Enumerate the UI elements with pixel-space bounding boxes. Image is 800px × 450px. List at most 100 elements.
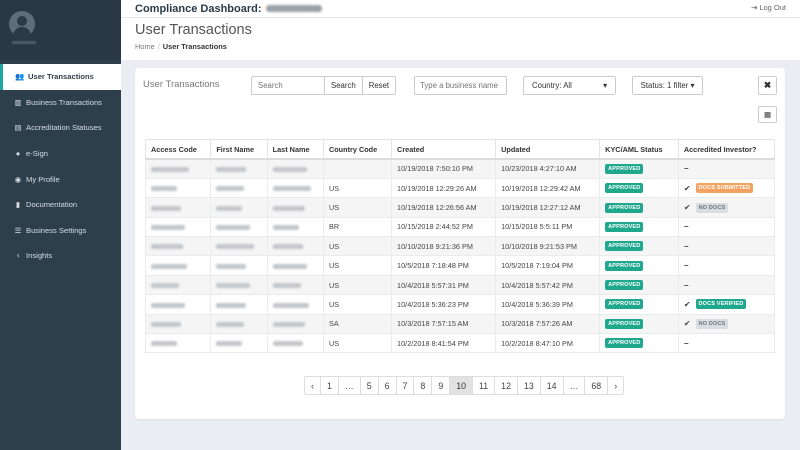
- pagination-page[interactable]: 9: [431, 376, 451, 395]
- minus-icon: −: [683, 280, 689, 290]
- redacted-value: [151, 341, 177, 347]
- kyc-status-cell: APPROVED: [599, 333, 679, 354]
- users-icon: 👥: [15, 72, 25, 82]
- minus-icon: −: [683, 222, 689, 232]
- status-filter-button[interactable]: Status: 1 filter ▾: [632, 76, 703, 95]
- table-row[interactable]: BR 10/15/2018 2:44:52 PM 10/15/2018 5:5:11…: [144, 216, 776, 238]
- sidebar-item-accreditation-statuses[interactable]: ▤ Accreditation Statuses: [0, 115, 121, 141]
- table-row[interactable]: 10/19/2018 7:50:10 PM 10/23/2018 4:27:10 …: [144, 158, 776, 179]
- user-circle-icon: ◉: [14, 174, 22, 184]
- table-row[interactable]: SA 10/3/2018 7:57:15 AM 10/3/2018 7:57:26 …: [144, 313, 776, 335]
- updated-cell: 10/19/2018 12:29:42 AM: [495, 177, 601, 199]
- page-title: User Transactions: [135, 22, 252, 38]
- redacted-value: [272, 302, 309, 308]
- search-button[interactable]: Search: [324, 76, 363, 95]
- country-select[interactable]: Country: All ▾: [523, 76, 616, 95]
- sidebar-item-documentation[interactable]: ▮ Documentation: [0, 192, 121, 218]
- access-code-cell: [144, 333, 212, 354]
- id-card-icon: ▤: [14, 123, 22, 133]
- sidebar-item-label: Documentation: [26, 200, 78, 210]
- redacted-value: [151, 205, 181, 211]
- column-header[interactable]: First Name: [210, 139, 268, 160]
- pagination-next[interactable]: ›: [607, 376, 625, 395]
- pagination-page[interactable]: 14: [539, 376, 564, 395]
- table-header-row: Access Code First Name Last Name Country Co…: [144, 139, 776, 160]
- reset-button[interactable]: Reset: [361, 76, 397, 95]
- redacted-value: [151, 302, 185, 308]
- logout-icon: ⇥: [751, 3, 758, 12]
- table-row[interactable]: US 10/19/2018 12:26:56 AM 10/19/2018 12:27…: [144, 197, 776, 218]
- table-row[interactable]: US 10/5/2018 7:18:48 PM 10/5/2018 7:19:04 …: [144, 255, 776, 276]
- sidebar-item-user-transactions[interactable]: 👥 User Transactions: [0, 64, 121, 90]
- country-select-label: Country: All: [532, 81, 572, 90]
- column-header[interactable]: KYC/AML Status: [599, 139, 679, 160]
- table-row[interactable]: US 10/4/2018 5:36:23 PM 10/4/2018 5:36:39 …: [144, 294, 776, 315]
- created-cell: 10/4/2018 5:36:23 PM: [391, 294, 497, 315]
- accreditation-badge: NO DOCS: [695, 202, 729, 213]
- sidebar-item-business-transactions[interactable]: ▥ Business Transactions: [0, 90, 121, 116]
- first-name-cell: [210, 255, 268, 276]
- access-code-cell: [144, 177, 212, 199]
- country-code-cell: US: [322, 274, 393, 296]
- sidebar-item-e-sign[interactable]: ● e-Sign: [0, 141, 121, 167]
- pagination-page[interactable]: 6: [377, 376, 397, 395]
- column-header[interactable]: Access Code: [144, 139, 212, 160]
- breadcrumb-home[interactable]: Home: [135, 42, 155, 51]
- table-row[interactable]: US 10/10/2018 9:21:36 PM 10/10/2018 9:21:5…: [144, 236, 776, 257]
- sidebar-item-insights[interactable]: ♀ Insights: [0, 243, 121, 269]
- updated-cell: 10/2/2018 8:47:10 PM: [495, 333, 601, 354]
- first-name-cell: [210, 333, 268, 354]
- pagination-page[interactable]: 13: [516, 376, 541, 395]
- pagination-page[interactable]: 8: [413, 376, 433, 395]
- pagination-page[interactable]: 7: [395, 376, 415, 395]
- avatar[interactable]: [9, 11, 35, 37]
- pagination-page[interactable]: 68: [584, 376, 609, 395]
- pagination-page[interactable]: 11: [472, 376, 496, 395]
- last-name-cell: [266, 255, 324, 276]
- redacted-value: [216, 167, 247, 173]
- accredited-cell: −: [677, 274, 776, 296]
- table-row[interactable]: US 10/4/2018 5:57:31 PM 10/4/2018 5:57:42 …: [144, 274, 776, 296]
- columns-icon[interactable]: ▦: [758, 106, 777, 123]
- access-code-cell: [144, 158, 212, 179]
- breadcrumb-current: User Transactions: [162, 42, 227, 51]
- pagination-page[interactable]: 5: [359, 376, 379, 395]
- table-row[interactable]: US 10/19/2018 12:29:26 AM 10/19/2018 12:29…: [144, 177, 776, 199]
- sidebar-item-my-profile[interactable]: ◉ My Profile: [0, 166, 121, 192]
- redacted-value: [272, 186, 311, 192]
- redacted-value: [216, 186, 245, 192]
- first-name-cell: [210, 197, 268, 218]
- updated-cell: 10/5/2018 7:19:04 PM: [495, 255, 601, 276]
- column-header[interactable]: Country Code: [322, 139, 393, 160]
- access-code-cell: [144, 294, 212, 315]
- accreditation-badge: DOCS VERIFIED: [695, 299, 747, 310]
- close-icon[interactable]: ✖: [758, 76, 777, 95]
- sidebar-item-business-settings[interactable]: ☰ Business Settings: [0, 218, 121, 244]
- column-header[interactable]: Updated: [495, 139, 601, 160]
- logout-button[interactable]: ⇥ Log Out: [751, 3, 786, 12]
- pagination-page[interactable]: 12: [494, 376, 518, 395]
- breadcrumb: Home / User Transactions: [135, 42, 786, 51]
- pagination-page[interactable]: 1: [320, 376, 339, 395]
- column-header[interactable]: Accredited Investor?: [677, 139, 776, 160]
- country-code-cell: BR: [322, 216, 393, 238]
- access-code-cell: [144, 236, 212, 257]
- sidebar: 👥 User Transactions ▥ Business Transactions…: [0, 0, 121, 450]
- pagination-prev[interactable]: ‹: [304, 376, 321, 395]
- accreditation-badge: DOCS SUBMITTED: [695, 183, 754, 194]
- last-name-cell: [266, 216, 324, 238]
- accredited-cell: −: [677, 255, 776, 276]
- table-row[interactable]: US 10/2/2018 8:41:54 PM 10/2/2018 8:47:10 …: [144, 333, 776, 354]
- top-bar: Compliance Dashboard: ⇥ Log Out: [121, 0, 800, 18]
- last-name-cell: [266, 313, 324, 335]
- accredited-cell: ✔ NO DOCS: [677, 197, 776, 218]
- pagination-current-page[interactable]: 10: [449, 376, 474, 395]
- country-code-cell: US: [322, 197, 393, 218]
- country-code-cell: US: [322, 294, 393, 315]
- search-input[interactable]: [251, 76, 325, 95]
- check-icon: ✔: [683, 299, 691, 309]
- sidebar-item-label: Business Transactions: [26, 97, 102, 107]
- business-name-input[interactable]: [414, 76, 507, 95]
- column-header[interactable]: Created: [391, 139, 497, 160]
- column-header[interactable]: Last Name: [266, 139, 324, 160]
